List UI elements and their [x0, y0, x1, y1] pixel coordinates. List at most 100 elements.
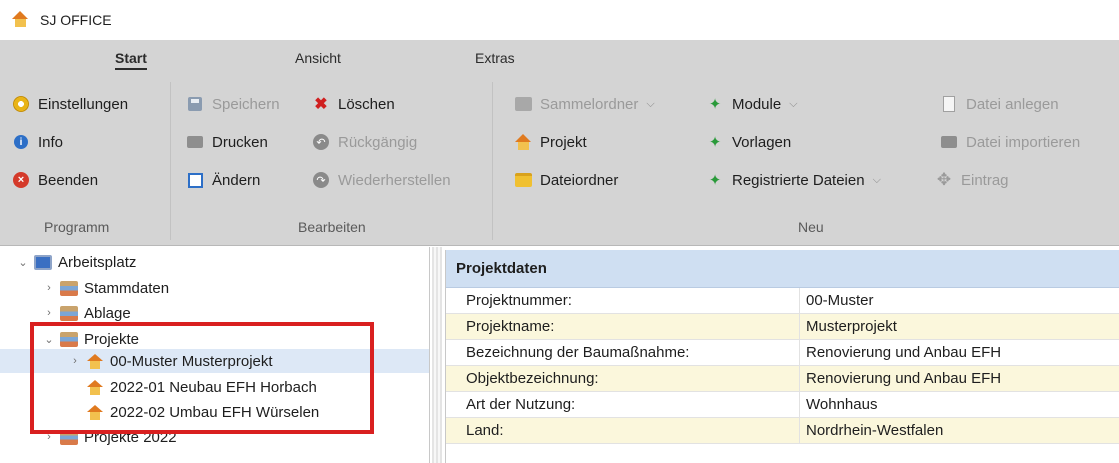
star-icon: ✦	[708, 96, 722, 113]
window-title: SJ OFFICE	[40, 12, 112, 28]
info-icon: i	[12, 133, 30, 151]
edit-icon	[186, 171, 204, 189]
speichern-button[interactable]: Speichern	[186, 92, 280, 116]
beenden-button[interactable]: × Beenden	[12, 168, 98, 192]
info-button[interactable]: i Info	[12, 130, 63, 154]
wiederherstellen-button[interactable]: ↷ Wiederherstellen	[312, 168, 451, 192]
chevron-right-icon[interactable]: ›	[42, 307, 56, 319]
navigation-tree: ⌄ Arbeitsplatz › Stammdaten › Ablage ⌄ P…	[0, 247, 430, 463]
tree-item-projekte[interactable]: ⌄ Projekte	[42, 327, 139, 351]
module-label: Module	[732, 95, 782, 113]
tree-item-label: 2022-01 Neubau EFH Horbach	[110, 378, 317, 396]
shelf-icon	[60, 280, 78, 296]
tree-item-2022-01[interactable]: 2022-01 Neubau EFH Horbach	[86, 375, 317, 399]
detail-value[interactable]: Renovierung und Anbau EFH	[800, 344, 1001, 361]
drucken-label: Drucken	[212, 133, 268, 151]
detail-row: Projektname: Musterprojekt	[446, 314, 1119, 340]
house-icon	[86, 379, 104, 395]
gear-icon	[12, 95, 30, 113]
group-label-bearbeiten: Bearbeiten	[298, 219, 366, 235]
info-label: Info	[38, 133, 64, 151]
delete-icon: ✖	[314, 96, 328, 113]
datei-importieren-label: Datei importieren	[966, 133, 1081, 151]
group-label-neu: Neu	[798, 219, 824, 235]
tree-item-ablage[interactable]: › Ablage	[42, 301, 131, 325]
chevron-down-icon[interactable]: ⌄	[42, 333, 56, 346]
tab-extras[interactable]: Extras	[475, 50, 515, 66]
speichern-label: Speichern	[212, 95, 280, 113]
detail-value[interactable]: Wohnhaus	[800, 396, 877, 413]
registrierte-dateien-label: Registrierte Dateien	[732, 171, 865, 189]
detail-label: Objektbezeichnung:	[446, 366, 800, 391]
einstellungen-label: Einstellungen	[38, 95, 129, 113]
tab-start[interactable]: Start	[115, 50, 147, 70]
aendern-button[interactable]: Ändern	[186, 168, 260, 192]
sammelordner-label: Sammelordner	[540, 95, 639, 113]
group-separator	[170, 82, 171, 240]
detail-value[interactable]: Renovierung und Anbau EFH	[800, 370, 1001, 387]
plus-icon: ✥	[936, 170, 952, 189]
aendern-label: Ändern	[212, 171, 261, 189]
chevron-right-icon[interactable]: ›	[42, 431, 56, 443]
detail-value[interactable]: 00-Muster	[800, 292, 874, 309]
printer-icon	[186, 133, 204, 151]
einstellungen-button[interactable]: Einstellungen	[12, 92, 128, 116]
rueckgaengig-button[interactable]: ↶ Rückgängig	[312, 130, 417, 154]
folder-stack-icon	[514, 95, 532, 113]
eintrag-label: Eintrag	[961, 171, 1009, 189]
vorlagen-button[interactable]: ✦ Vorlagen	[706, 130, 792, 154]
detail-row: Objektbezeichnung: Renovierung und Anbau…	[446, 366, 1119, 392]
detail-row: Art der Nutzung: Wohnhaus	[446, 392, 1119, 418]
chevron-down-icon[interactable]: ⌵	[873, 174, 881, 187]
detail-label: Bezeichnung der Baumaßnahme:	[446, 340, 800, 365]
detail-row: Land: Nordrhein-Westfalen	[446, 418, 1119, 444]
registrierte-dateien-button[interactable]: ✦ Registrierte Dateien ⌵	[706, 168, 881, 192]
shelf-icon	[60, 331, 78, 347]
project-details-panel: Projektdaten Projektnummer: 00-Muster Pr…	[445, 250, 1119, 463]
import-icon	[940, 133, 958, 151]
chevron-right-icon[interactable]: ›	[68, 355, 82, 367]
redo-icon: ↷	[312, 171, 330, 189]
detail-label: Projektnummer:	[446, 288, 800, 313]
detail-value[interactable]: Nordrhein-Westfalen	[800, 422, 943, 439]
star-icon: ✦	[708, 134, 722, 151]
title-bar: SJ OFFICE	[0, 0, 1119, 40]
datei-importieren-button[interactable]: Datei importieren	[940, 130, 1080, 154]
module-button[interactable]: ✦ Module ⌵	[706, 92, 798, 116]
beenden-label: Beenden	[38, 171, 99, 189]
chevron-down-icon[interactable]: ⌵	[789, 98, 797, 111]
house-icon	[86, 353, 104, 369]
tree-item-projekte-2022[interactable]: › Projekte 2022	[42, 425, 177, 449]
detail-row: Bezeichnung der Baumaßnahme: Renovierung…	[446, 340, 1119, 366]
projekt-button[interactable]: Projekt	[514, 130, 587, 154]
dateiordner-button[interactable]: Dateiordner	[514, 168, 618, 192]
datei-anlegen-button[interactable]: Datei anlegen	[940, 92, 1059, 116]
detail-value[interactable]: Musterprojekt	[800, 318, 897, 335]
group-label-programm: Programm	[44, 219, 110, 235]
loeschen-button[interactable]: ✖ Löschen	[312, 92, 394, 116]
datei-anlegen-label: Datei anlegen	[966, 95, 1059, 113]
tree-item-label: Stammdaten	[84, 279, 170, 297]
tree-item-arbeitsplatz[interactable]: ⌄ Arbeitsplatz	[16, 250, 136, 274]
tree-item-2022-02[interactable]: 2022-02 Umbau EFH Würselen	[86, 400, 319, 424]
tree-item-stammdaten[interactable]: › Stammdaten	[42, 276, 169, 300]
save-icon	[186, 95, 204, 113]
tree-item-00-muster[interactable]: › 00-Muster Musterprojekt	[0, 349, 429, 373]
undo-icon: ↶	[312, 133, 330, 151]
detail-label: Land:	[446, 418, 800, 443]
rueckgaengig-label: Rückgängig	[338, 133, 418, 151]
detail-row: Projektnummer: 00-Muster	[446, 288, 1119, 314]
drucken-button[interactable]: Drucken	[186, 130, 268, 154]
chevron-right-icon[interactable]: ›	[42, 282, 56, 294]
panel-splitter[interactable]	[432, 247, 442, 463]
chevron-down-icon[interactable]: ⌵	[646, 98, 654, 111]
details-header: Projektdaten	[446, 250, 1119, 288]
sammelordner-button[interactable]: Sammelordner ⌵	[514, 92, 655, 116]
chevron-down-icon[interactable]: ⌄	[16, 256, 30, 269]
tree-item-label: Projekte 2022	[84, 428, 177, 446]
detail-label: Projektname:	[446, 314, 800, 339]
tab-ansicht[interactable]: Ansicht	[295, 50, 341, 66]
ribbon-groups: Einstellungen i Info × Beenden Programm …	[0, 76, 1119, 246]
eintrag-button[interactable]: ✥ Eintrag	[935, 168, 1009, 192]
document-icon	[940, 95, 958, 113]
